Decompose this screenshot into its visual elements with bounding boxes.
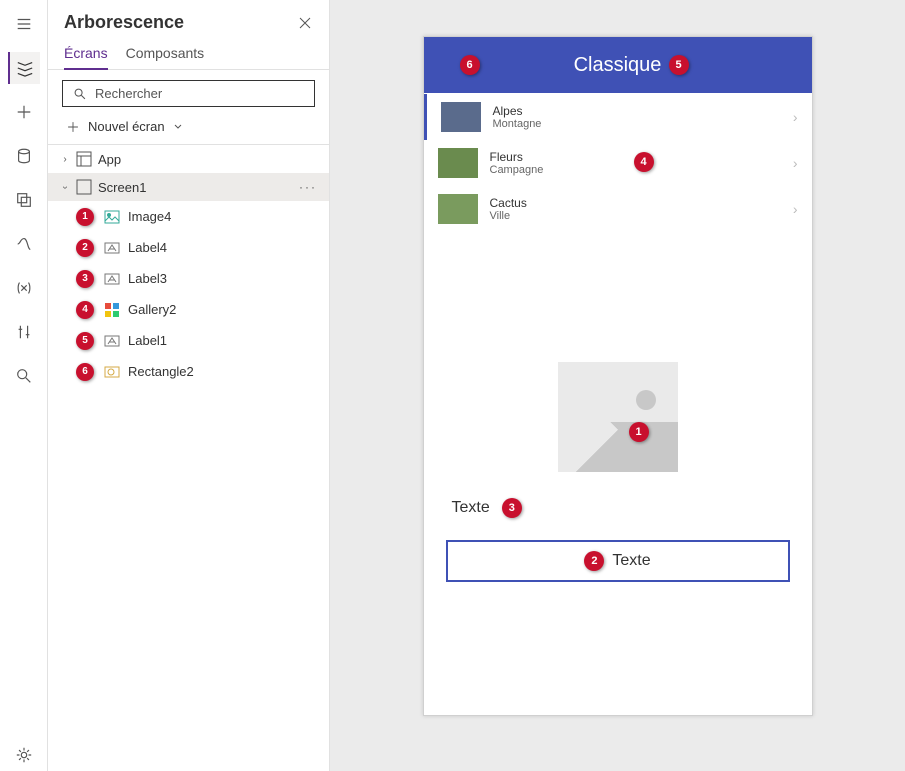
label3-text: Texte bbox=[452, 499, 490, 517]
gallery-row[interactable]: CactusVille › bbox=[424, 186, 812, 232]
badge: 1 bbox=[76, 208, 94, 226]
tab-components[interactable]: Composants bbox=[126, 39, 205, 69]
badge-3: 3 bbox=[502, 498, 522, 518]
close-icon[interactable] bbox=[297, 15, 313, 31]
badge-6: 6 bbox=[460, 55, 480, 75]
image-placeholder[interactable] bbox=[558, 362, 678, 472]
tree-item-label: Label1 bbox=[128, 333, 167, 348]
row-title: Fleurs bbox=[490, 150, 544, 164]
tree-item-label: Gallery2 bbox=[128, 302, 176, 317]
tab-screens[interactable]: Écrans bbox=[64, 39, 108, 69]
tree-item-label: Label3 bbox=[128, 271, 167, 286]
tree-screen-label: Screen1 bbox=[98, 180, 146, 195]
screen-icon bbox=[76, 179, 92, 195]
label-icon bbox=[104, 271, 120, 287]
app-icon bbox=[76, 151, 92, 167]
image-icon bbox=[104, 209, 120, 225]
thumbnail bbox=[438, 148, 478, 178]
tree-view-icon[interactable] bbox=[8, 52, 40, 84]
menu-icon[interactable] bbox=[8, 8, 40, 40]
phone-header: 6 Classique 5 bbox=[424, 37, 812, 93]
rect-icon bbox=[104, 364, 120, 380]
search-icon[interactable] bbox=[8, 360, 40, 392]
badge-4: 4 bbox=[634, 152, 654, 172]
badge: 6 bbox=[76, 363, 94, 381]
tree-item-label4[interactable]: 2 Label4 bbox=[48, 232, 329, 263]
tree-screen1[interactable]: › Screen1 ··· bbox=[48, 173, 329, 201]
chevron-right-icon: › bbox=[60, 154, 70, 165]
label-icon bbox=[104, 333, 120, 349]
phone-title: Classique bbox=[574, 54, 662, 77]
add-icon[interactable] bbox=[8, 96, 40, 128]
badge-1: 1 bbox=[629, 422, 649, 442]
phone-preview: 6 Classique 5 AlpesMontagne›FleursCampag… bbox=[423, 36, 813, 716]
badge-2: 2 bbox=[584, 551, 604, 571]
gallery-row[interactable]: FleursCampagne › 4 bbox=[424, 140, 812, 186]
new-screen-label: Nouvel écran bbox=[88, 119, 165, 134]
gallery-row[interactable]: AlpesMontagne › bbox=[424, 94, 812, 140]
badge: 4 bbox=[76, 301, 94, 319]
badge: 3 bbox=[76, 270, 94, 288]
flow-icon[interactable] bbox=[8, 228, 40, 260]
chevron-right-icon: › bbox=[793, 109, 798, 125]
gallery[interactable]: AlpesMontagne › FleursCampagne › 4 CactusVill… bbox=[424, 93, 812, 232]
tree-item-label1[interactable]: 5 Label1 bbox=[48, 325, 329, 356]
tree-item-label3[interactable]: 3 Label3 bbox=[48, 263, 329, 294]
row-subtitle: Campagne bbox=[490, 164, 544, 176]
variables-icon[interactable] bbox=[8, 272, 40, 304]
new-screen-button[interactable]: Nouvel écran bbox=[48, 115, 329, 145]
tree-item-gallery2[interactable]: 4 Gallery2 bbox=[48, 294, 329, 325]
panel-tabs: Écrans Composants bbox=[48, 39, 329, 70]
advanced-icon[interactable] bbox=[8, 316, 40, 348]
badge: 5 bbox=[76, 332, 94, 350]
search-input[interactable]: Rechercher bbox=[62, 80, 315, 107]
thumbnail bbox=[441, 102, 481, 132]
more-icon[interactable]: ··· bbox=[299, 180, 317, 194]
row-title: Alpes bbox=[493, 104, 542, 118]
badge-5: 5 bbox=[669, 55, 689, 75]
data-icon[interactable] bbox=[8, 140, 40, 172]
row-title: Cactus bbox=[490, 196, 527, 210]
search-placeholder: Rechercher bbox=[95, 86, 162, 101]
label4-text: Texte bbox=[612, 552, 650, 570]
settings-icon[interactable] bbox=[8, 739, 40, 771]
badge: 2 bbox=[76, 239, 94, 257]
tree-item-label: Rectangle2 bbox=[128, 364, 194, 379]
row-subtitle: Montagne bbox=[493, 118, 542, 130]
tree-item-label: Label4 bbox=[128, 240, 167, 255]
gallery-icon bbox=[104, 302, 120, 318]
label4[interactable]: 2 Texte bbox=[446, 540, 790, 582]
thumbnail bbox=[438, 194, 478, 224]
chevron-down-icon: › bbox=[60, 182, 71, 192]
tree-panel: Arborescence Écrans Composants Recherche… bbox=[48, 0, 330, 771]
canvas: 6 Classique 5 AlpesMontagne›FleursCampag… bbox=[330, 0, 905, 771]
media-icon[interactable] bbox=[8, 184, 40, 216]
label3[interactable]: Texte 3 bbox=[424, 472, 812, 526]
tree-app[interactable]: › App bbox=[48, 145, 329, 173]
left-rail bbox=[0, 0, 48, 771]
chevron-right-icon: › bbox=[793, 201, 798, 217]
label-icon bbox=[104, 240, 120, 256]
panel-title: Arborescence bbox=[64, 12, 184, 33]
tree-item-label: Image4 bbox=[128, 209, 171, 224]
tree: › App › Screen1 ··· 1 Image4 2 Label4 3 Label… bbox=[48, 145, 329, 387]
tree-item-image4[interactable]: 1 Image4 bbox=[48, 201, 329, 232]
tree-app-label: App bbox=[98, 152, 121, 167]
tree-item-rectangle2[interactable]: 6 Rectangle2 bbox=[48, 356, 329, 387]
row-subtitle: Ville bbox=[490, 210, 527, 222]
chevron-right-icon: › bbox=[793, 155, 798, 171]
